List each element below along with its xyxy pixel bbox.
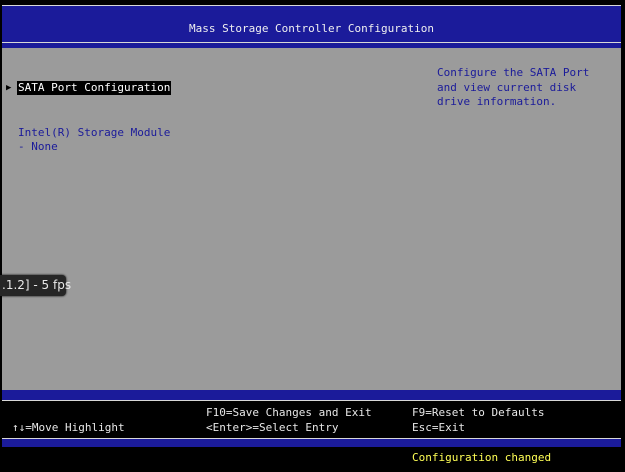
title-bar: Mass Storage Controller Configuration [2,5,621,43]
key-help-bar: ↑↓=Move Highlight F10=Save Changes and E… [2,401,621,439]
storage-module-value: - None [18,140,58,153]
menu-item-sata-port-configuration[interactable]: SATA Port Configuration [17,81,172,95]
key-help-move-highlight: ↑↓=Move Highlight [12,421,125,434]
key-help-save-exit: F10=Save Changes and Exit [206,406,372,419]
fps-overlay: .1.2] - 5 fps [0,275,71,296]
storage-module-label: Intel(R) Storage Module [18,126,171,139]
status-divider [2,439,621,447]
status-bar: Configuration changed [2,447,621,472]
page-title: Mass Storage Controller Configuration [188,22,435,35]
help-description: Configure the SATA Port and view current… [437,66,596,108]
key-help-select-entry: <Enter>=Select Entry [206,421,339,434]
bottom-divider [2,390,621,401]
main-panel: ▶ SATA Port Configuration Intel(R) Stora… [2,48,621,390]
key-help-reset-defaults: F9=Reset to Defaults [412,406,545,419]
selection-arrow-icon: ▶ [6,83,12,93]
key-help-esc-exit: Esc=Exit [412,421,465,434]
status-message: Configuration changed [412,451,552,464]
